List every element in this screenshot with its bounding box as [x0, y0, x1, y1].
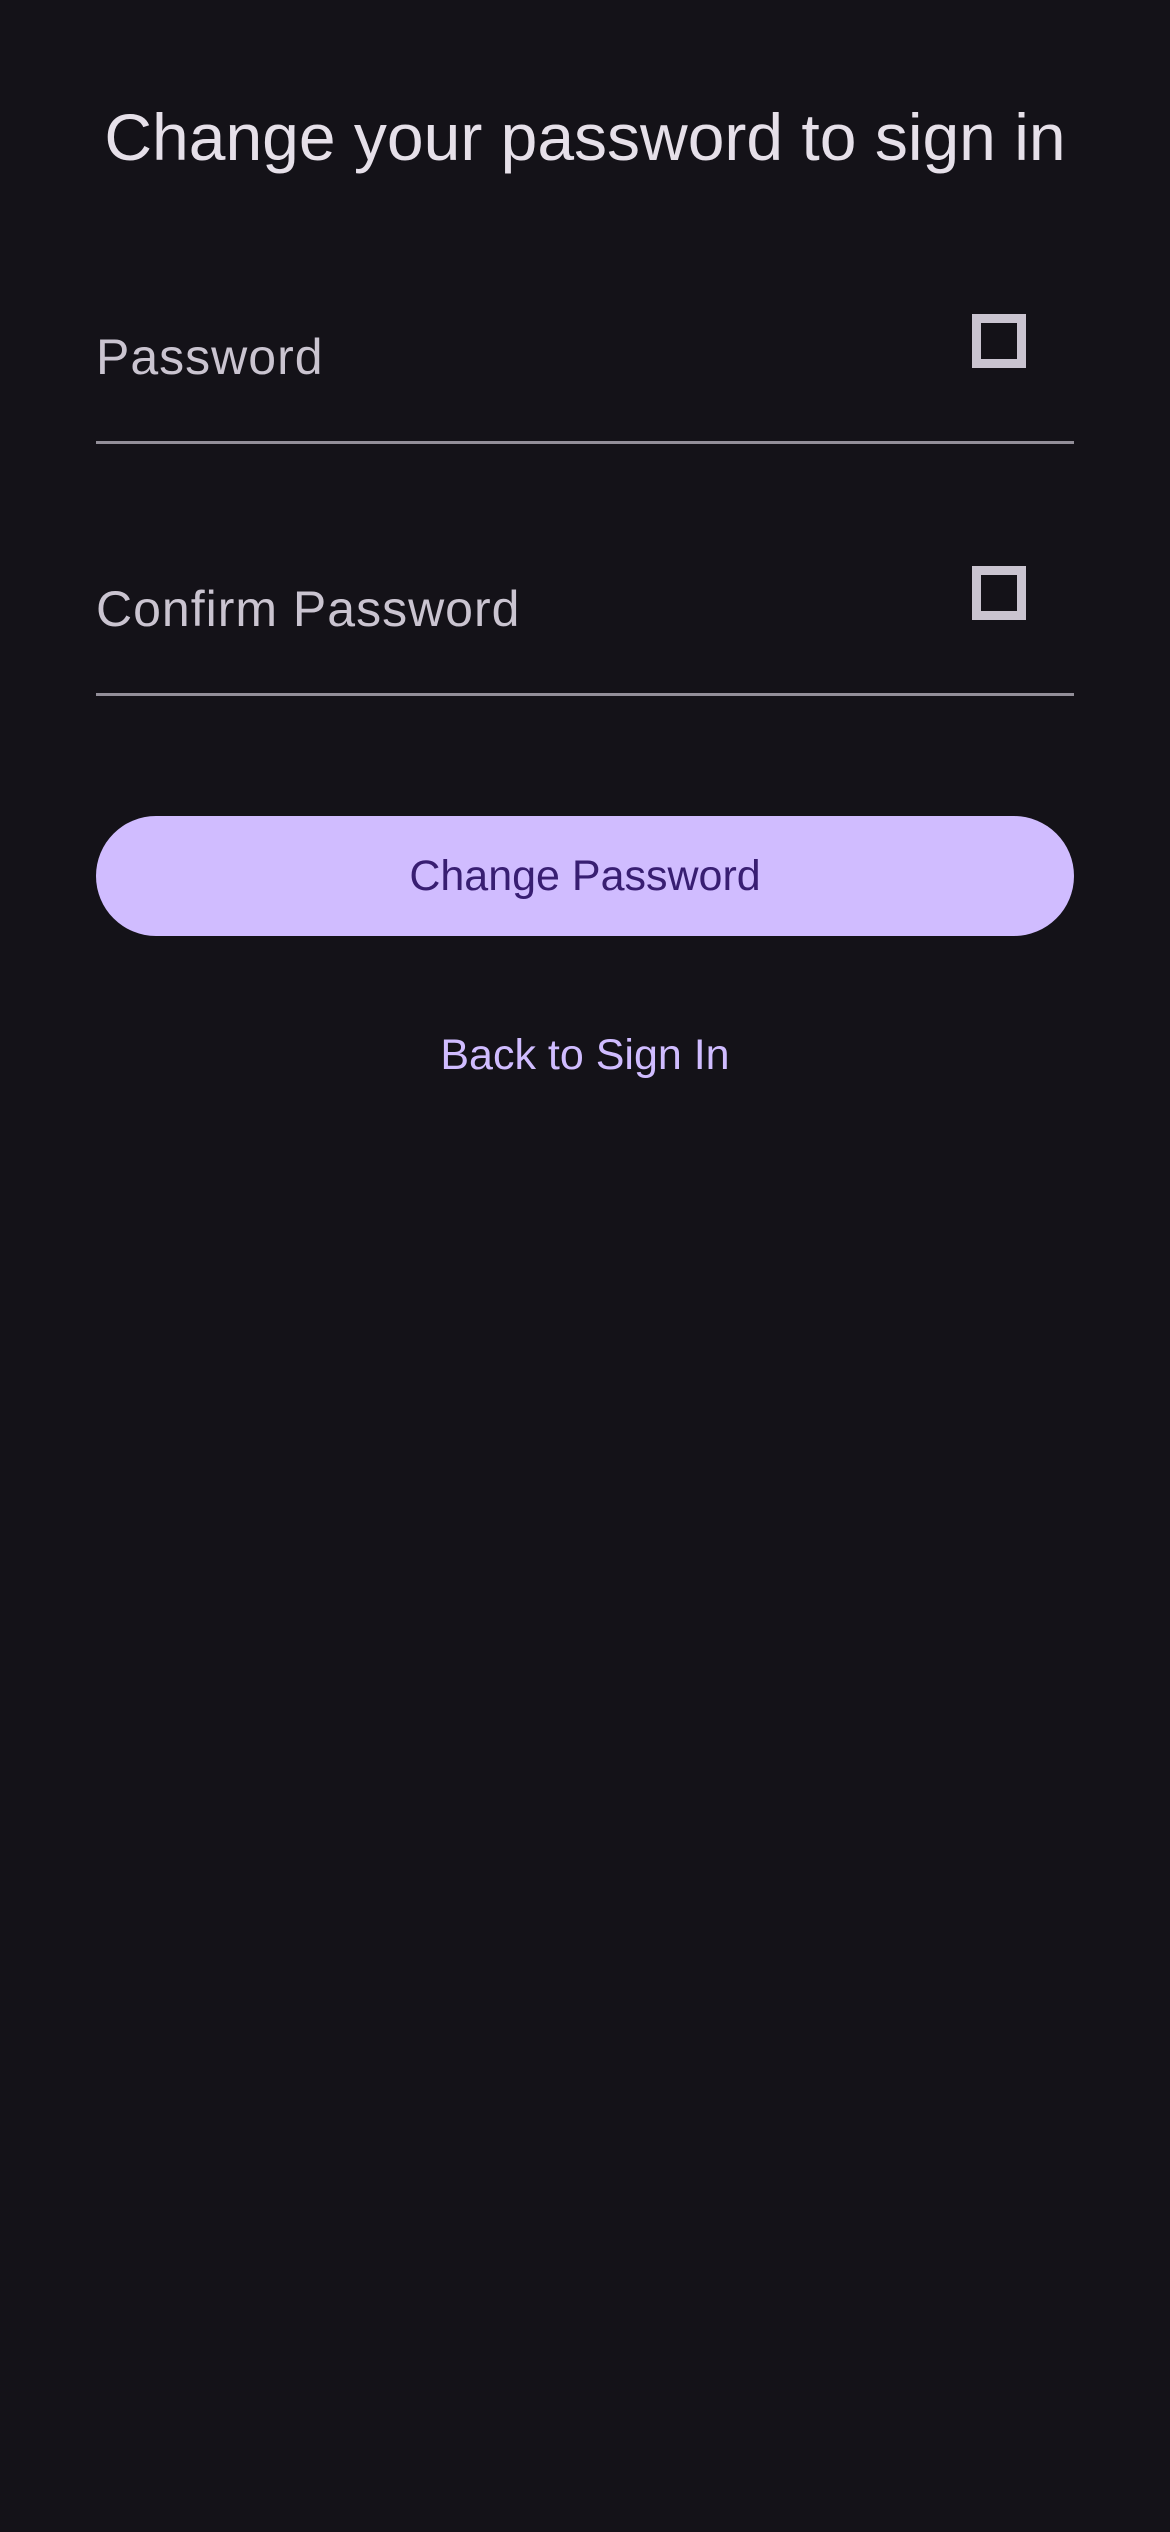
- password-input[interactable]: [96, 294, 956, 441]
- change-password-screen: Change your password to sign in Password…: [0, 0, 1170, 2532]
- confirm-password-visibility-toggle-icon[interactable]: [972, 566, 1026, 620]
- password-field: Password: [96, 294, 1074, 444]
- back-to-sign-in-link[interactable]: Back to Sign In: [0, 1020, 1170, 1090]
- confirm-password-field: Confirm Password: [96, 546, 1074, 696]
- confirm-password-input[interactable]: [96, 546, 956, 693]
- password-visibility-toggle-icon[interactable]: [972, 314, 1026, 368]
- page-title: Change your password to sign in: [104, 100, 1066, 174]
- change-password-button[interactable]: Change Password: [96, 816, 1074, 936]
